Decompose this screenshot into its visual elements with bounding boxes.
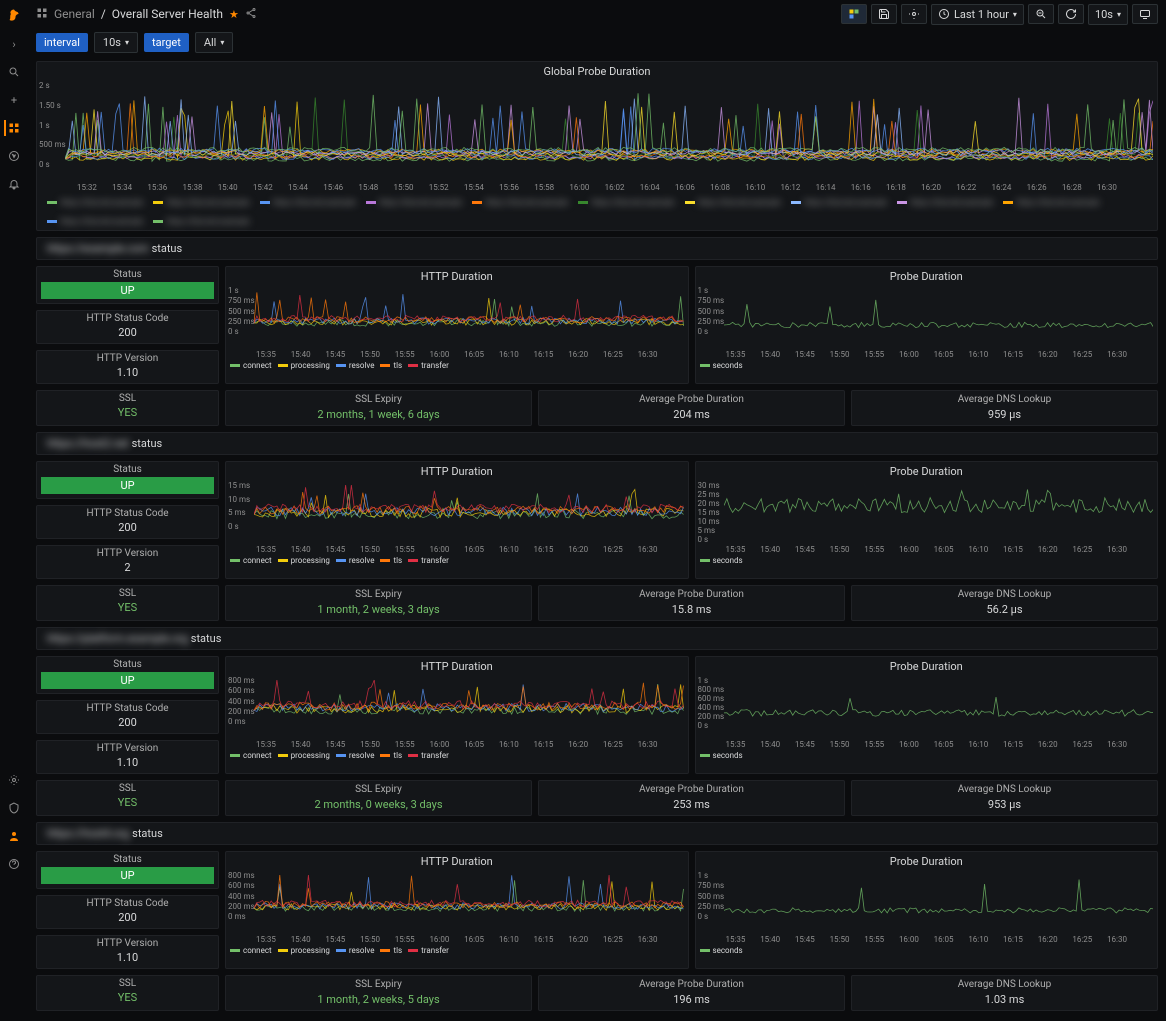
http-duration-panel[interactable]: HTTP Duration15 ms10 ms5 ms0 s15:3515:40… [225, 461, 689, 579]
var-interval-value[interactable]: 10s▾ [94, 32, 138, 53]
star-icon[interactable]: ★ [229, 8, 239, 21]
status-panel: StatusUP [36, 266, 219, 304]
expand-icon[interactable]: › [6, 36, 22, 52]
avg-dns-panel: Average DNS Lookup953 µs [851, 780, 1158, 816]
probe-duration-panel[interactable]: Probe Duration30 ms25 ms20 ms15 ms10 ms5… [695, 461, 1159, 579]
row-header[interactable]: https://host4.org status [36, 822, 1158, 845]
admin-icon[interactable] [6, 800, 22, 816]
ssl-panel: SSLYES [36, 585, 219, 621]
http-version-panel: HTTP Version2 [36, 545, 219, 579]
config-icon[interactable] [6, 772, 22, 788]
http-version-panel: HTTP Version1.10 [36, 350, 219, 384]
status-panel: StatusUP [36, 851, 219, 889]
http-code-panel: HTTP Status Code200 [36, 310, 219, 344]
probe-duration-panel[interactable]: Probe Duration1 s800 ms600 ms400 ms200 m… [695, 656, 1159, 774]
explore-icon[interactable] [6, 148, 22, 164]
avg-dns-panel: Average DNS Lookup56.2 µs [851, 585, 1158, 621]
dashboards-icon[interactable] [4, 120, 20, 136]
refresh-interval-button[interactable]: 10s ▾ [1088, 4, 1128, 25]
tv-mode-button[interactable] [1132, 4, 1158, 24]
status-panel: StatusUP [36, 461, 219, 499]
timerange-button[interactable]: Last 1 hour ▾ [931, 4, 1024, 25]
http-code-panel: HTTP Status Code200 [36, 895, 219, 929]
http-duration-panel[interactable]: HTTP Duration800 ms600 ms400 ms200 ms0 m… [225, 656, 689, 774]
status-panel: StatusUP [36, 656, 219, 694]
ssl-expiry-panel: SSL Expiry2 months, 0 weeks, 3 days [225, 780, 532, 816]
ssl-panel: SSLYES [36, 975, 219, 1011]
var-target-label: target [144, 33, 189, 52]
avg-probe-panel: Average Probe Duration196 ms [538, 975, 845, 1011]
topbar: General / Overall Server Health ★ [28, 0, 1166, 28]
ssl-panel: SSLYES [36, 780, 219, 816]
http-duration-panel[interactable]: HTTP Duration800 ms600 ms400 ms200 ms0 m… [225, 851, 689, 969]
side-nav: › + [0, 0, 28, 878]
row-header[interactable]: https://platform.example.org status [36, 627, 1158, 650]
page-title[interactable]: Overall Server Health [112, 7, 223, 21]
probe-duration-panel[interactable]: Probe Duration1 s750 ms500 ms250 ms0 s15… [695, 266, 1159, 384]
ssl-expiry-panel: SSL Expiry1 month, 2 weeks, 5 days [225, 975, 532, 1011]
probe-duration-panel[interactable]: Probe Duration1 s750 ms500 ms250 ms0 s15… [695, 851, 1159, 969]
grafana-logo-icon[interactable] [5, 8, 23, 26]
global-probe-panel: Global Probe Duration2 s1.50 s1 s500 ms0… [36, 61, 1158, 231]
settings-button[interactable] [901, 4, 927, 24]
var-interval-label: interval [36, 33, 88, 52]
search-icon[interactable] [6, 64, 22, 80]
breadcrumb-folder[interactable]: General [54, 7, 95, 21]
http-version-panel: HTTP Version1.10 [36, 740, 219, 774]
avg-probe-panel: Average Probe Duration204 ms [538, 390, 845, 426]
http-code-panel: HTTP Status Code200 [36, 700, 219, 734]
row-header[interactable]: https://example.com status [36, 237, 1158, 260]
refresh-button[interactable] [1058, 4, 1084, 24]
panel-grid-icon[interactable] [36, 7, 48, 22]
variable-row: interval 10s▾ target All▾ [28, 28, 1166, 57]
zoom-out-button[interactable] [1028, 4, 1054, 24]
save-button[interactable] [871, 4, 897, 24]
avg-probe-panel: Average Probe Duration15.8 ms [538, 585, 845, 621]
avg-probe-panel: Average Probe Duration253 ms [538, 780, 845, 816]
ssl-panel: SSLYES [36, 390, 219, 426]
breadcrumb-sep: / [101, 7, 106, 21]
user-avatar-icon[interactable] [6, 828, 22, 844]
avg-dns-panel: Average DNS Lookup959 µs [851, 390, 1158, 426]
ssl-expiry-panel: SSL Expiry2 months, 1 week, 6 days [225, 390, 532, 426]
avg-dns-panel: Average DNS Lookup1.03 ms [851, 975, 1158, 1011]
http-code-panel: HTTP Status Code200 [36, 505, 219, 539]
http-duration-panel[interactable]: HTTP Duration1 s750 ms500 ms250 ms0 s15:… [225, 266, 689, 384]
share-icon[interactable] [245, 7, 257, 22]
help-icon[interactable] [6, 856, 22, 872]
global-probe-title: Global Probe Duration [37, 62, 1157, 81]
add-panel-button[interactable] [841, 4, 867, 24]
alerting-icon[interactable] [6, 176, 22, 192]
var-target-value[interactable]: All▾ [195, 32, 234, 53]
http-version-panel: HTTP Version1.10 [36, 935, 219, 969]
row-header[interactable]: https://host2.net status [36, 432, 1158, 455]
plus-icon[interactable]: + [6, 92, 22, 108]
ssl-expiry-panel: SSL Expiry1 month, 2 weeks, 3 days [225, 585, 532, 621]
